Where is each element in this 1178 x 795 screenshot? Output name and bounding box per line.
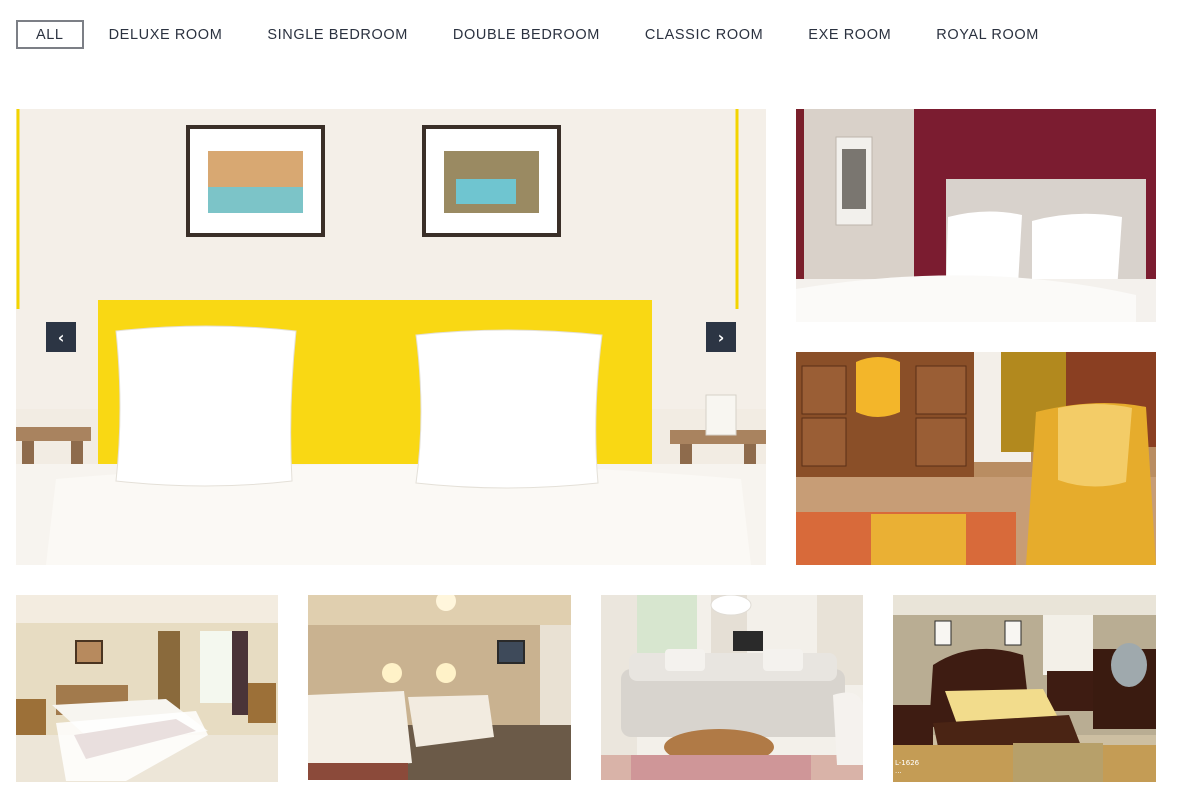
desk-yellow-chair-image — [796, 352, 1156, 565]
royal-caption-line-2: ... — [895, 767, 902, 775]
royal-bedroom-image — [893, 595, 1156, 782]
gallery-photo-burgundy-bedroom[interactable] — [796, 109, 1156, 322]
gallery-photo-desk-chair[interactable] — [796, 352, 1156, 565]
chevron-right-icon: › — [717, 327, 725, 347]
gallery-photo-bedroom-window[interactable] — [16, 595, 278, 782]
chevron-left-icon: ‹ — [57, 327, 65, 347]
gallery-photo-royal-bedroom[interactable]: L-1626 ... — [893, 595, 1156, 782]
filter-classic-room-button[interactable]: CLASSIC ROOM — [625, 20, 783, 49]
filter-royal-room-button[interactable]: ROYAL ROOM — [916, 20, 1059, 49]
slider-next-button[interactable]: › — [706, 322, 736, 352]
filter-all-button[interactable]: ALL — [16, 20, 84, 49]
slider-prev-button[interactable]: ‹ — [46, 322, 76, 352]
yellow-headboard-bedroom-image — [16, 109, 766, 565]
bedroom-window-image — [16, 595, 278, 782]
living-room-sofa-image — [601, 595, 863, 780]
filter-double-bedroom-button[interactable]: DOUBLE BEDROOM — [433, 20, 620, 49]
royal-photo-caption: L-1626 ... — [895, 759, 919, 775]
main-slider-photo[interactable] — [16, 109, 766, 565]
twin-bedroom-image — [308, 595, 571, 780]
room-filter-bar: ALL DELUXE ROOM SINGLE BEDROOM DOUBLE BE… — [16, 20, 1064, 49]
royal-caption-line-1: L-1626 — [895, 759, 920, 767]
filter-deluxe-room-button[interactable]: DELUXE ROOM — [89, 20, 243, 49]
filter-single-bedroom-button[interactable]: SINGLE BEDROOM — [247, 20, 428, 49]
gallery-photo-living-room[interactable] — [601, 595, 863, 780]
burgundy-bedroom-image — [796, 109, 1156, 322]
gallery-photo-twin-bedroom[interactable] — [308, 595, 571, 780]
filter-exe-room-button[interactable]: EXE ROOM — [788, 20, 911, 49]
